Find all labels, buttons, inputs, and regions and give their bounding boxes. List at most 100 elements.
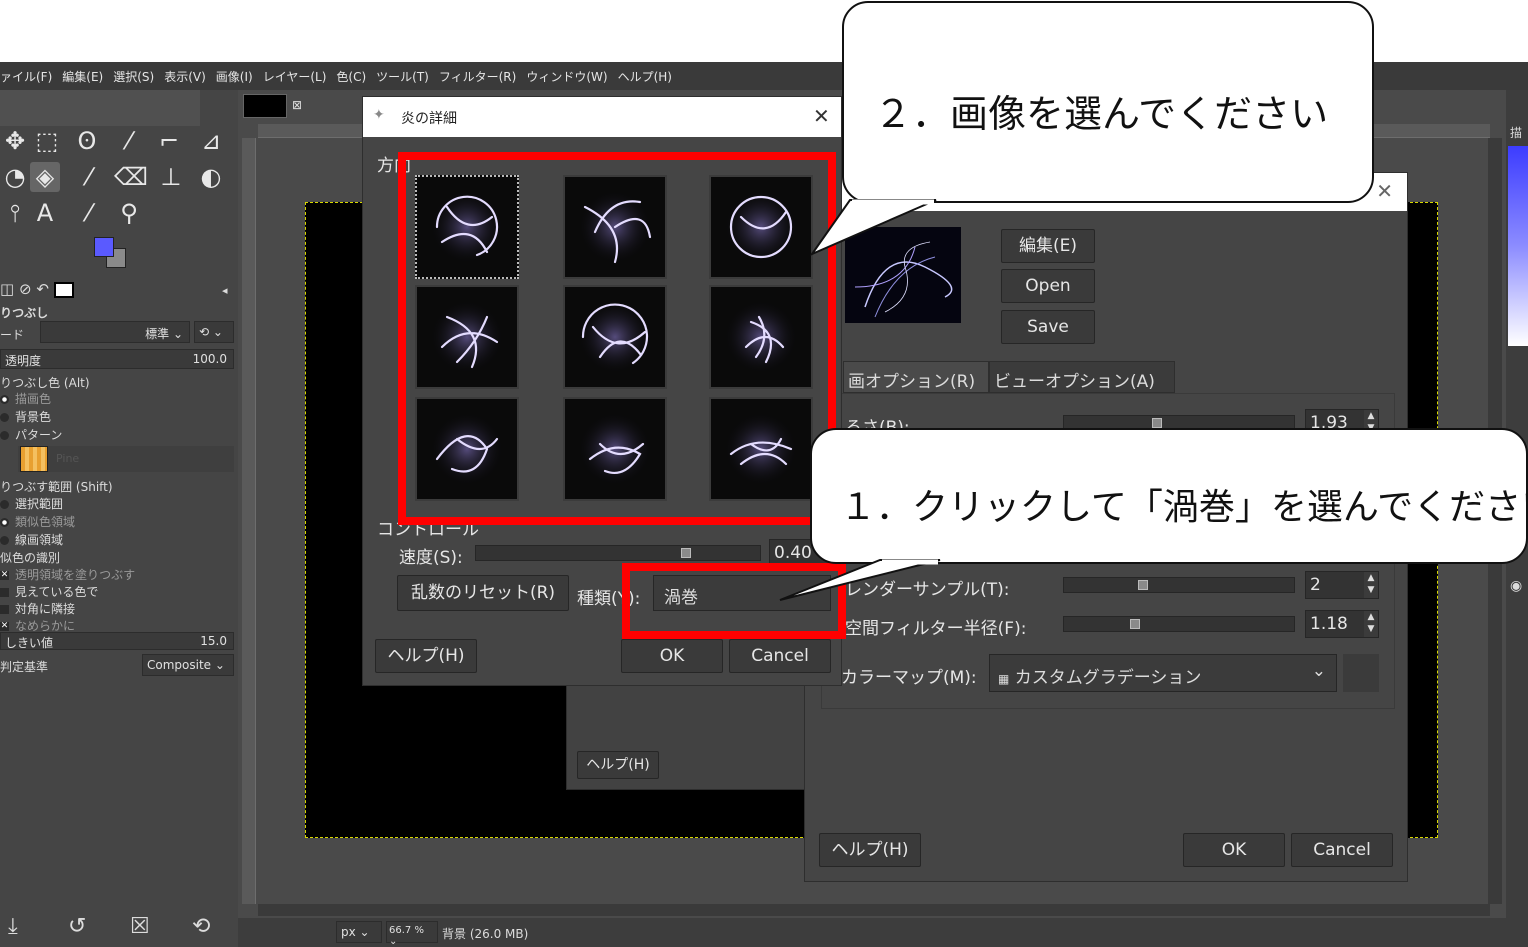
speed-slider[interactable] <box>475 545 761 561</box>
callout-step2-pointer <box>810 199 937 256</box>
text-tool-icon[interactable]: A <box>30 198 60 228</box>
main-cancel-button[interactable]: Cancel <box>1291 833 1393 867</box>
zoom-icon[interactable]: ⚲ <box>114 198 144 228</box>
dock-menu-icon[interactable]: ◂ <box>222 284 228 297</box>
sample-merged-check[interactable]: 見えている色で <box>0 583 98 600</box>
smudge-icon[interactable]: ◐ <box>196 162 226 192</box>
bucket-fill-icon[interactable]: ◈ <box>30 162 60 192</box>
mode-select[interactable]: 標準 ⌄ <box>40 321 190 343</box>
paths-icon[interactable]: ⫯ <box>0 198 30 228</box>
designer-help-button[interactable]: ヘルプ(H) <box>375 639 477 673</box>
unit-select[interactable]: px ⌄ <box>336 921 382 943</box>
fill-bg-radio[interactable]: 背景色 <box>0 408 51 425</box>
opacity-spin[interactable]: 透明度 100.0 <box>0 349 234 369</box>
filter-radius-slider[interactable] <box>1063 616 1295 632</box>
supersample-spin[interactable]: 2 ▲ ▼ <box>1305 571 1379 599</box>
vertical-ruler <box>242 138 256 904</box>
callout-step2-text: ２．画像を選んでください <box>874 92 1329 136</box>
paintbrush-icon[interactable]: ⁄ <box>74 162 104 192</box>
menu-layer[interactable]: レイヤー(L) <box>263 68 327 85</box>
lasso-icon[interactable]: ʘ <box>72 126 102 156</box>
rect-select-icon[interactable]: ⬚ <box>32 126 62 156</box>
zoom-select[interactable]: 66.7 % ⌄ <box>386 921 438 947</box>
menu-file[interactable]: ァイル(F) <box>0 68 52 85</box>
tool-options-tab-icon[interactable]: ◫ <box>0 280 14 298</box>
threshold-spin[interactable]: しきい値 15.0 <box>0 632 234 650</box>
menu-select[interactable]: 選択(S) <box>113 68 154 85</box>
fill-transparent-check[interactable]: ✕ 透明領域を塗りつぶす <box>0 566 135 583</box>
main-help-button[interactable]: ヘルプ(H) <box>819 833 921 867</box>
chevron-down-icon: ⌄ <box>214 658 225 672</box>
designer-ok-button[interactable]: OK <box>621 639 723 673</box>
main-ok-button[interactable]: OK <box>1183 833 1285 867</box>
close-icon[interactable]: ✕ <box>1376 179 1393 203</box>
area-line-radio[interactable]: 線画領域 <box>0 531 63 548</box>
menu-tools[interactable]: ツール(T) <box>376 68 429 85</box>
supersample-slider[interactable] <box>1063 577 1295 593</box>
image-tab-thumbnail[interactable] <box>243 94 287 118</box>
wilber-banner <box>0 90 200 126</box>
callout-step1-pointer <box>779 559 941 601</box>
callout-step1: １．クリックして「渦巻」を選んでください <box>810 428 1528 564</box>
dock-bottom-buttons: ⤓ ↺ ☒ ⟲ <box>0 914 238 947</box>
reset-options-icon[interactable]: ⟲ <box>192 914 210 939</box>
mode-reset-select[interactable]: ⟲ ⌄ <box>194 321 234 343</box>
diagonal-check[interactable]: 対角に隣接 <box>0 600 75 617</box>
clone-icon[interactable]: ⊥ <box>156 162 186 192</box>
area-similar-radio[interactable]: 類似色領域 <box>0 513 75 530</box>
fg-color-swatch[interactable] <box>94 237 114 257</box>
image-tab-close-icon[interactable]: ⊠ <box>292 98 302 112</box>
menu-help[interactable]: ヘルプ(H) <box>618 68 672 85</box>
fill-area-header: りつぶす範囲 (Shift) <box>0 480 113 494</box>
device-status-tab-icon[interactable]: ⊘ <box>19 280 32 298</box>
menu-image[interactable]: 画像(I) <box>216 68 253 85</box>
horizontal-scrollbar[interactable] <box>258 904 1490 916</box>
menu-edit[interactable]: 編集(E) <box>62 68 103 85</box>
edit-button[interactable]: 編集(E) <box>1001 229 1095 263</box>
brush-preview[interactable] <box>1508 146 1528 346</box>
fuzzy-select-icon[interactable]: ⁄ <box>114 126 144 156</box>
colormap-label: カラーマップ(M): <box>841 668 977 688</box>
chevron-down-icon: ⌄ <box>172 327 183 341</box>
eraser-icon[interactable]: ⌫ <box>114 162 148 192</box>
filter-radius-spin[interactable]: 1.18 ▲ ▼ <box>1305 610 1379 638</box>
tool-options-title: りつぶし <box>0 306 49 320</box>
tab-view-options[interactable]: ビューオプション(A) <box>989 361 1175 393</box>
menu-filters[interactable]: フィルター(R) <box>439 68 516 85</box>
fill-fg-radio[interactable]: 描画色 <box>0 390 51 407</box>
save-options-icon[interactable]: ⤓ <box>8 914 18 939</box>
transform-icon[interactable]: ⊿ <box>196 126 226 156</box>
callout-step1-text: １．クリックして「渦巻」を選んでください <box>840 487 1528 528</box>
reset-random-button[interactable]: 乱数のリセット(R) <box>397 575 569 611</box>
crop-icon[interactable]: ⌐ <box>154 126 184 156</box>
menu-view[interactable]: 表示(V) <box>164 68 206 85</box>
statusbar: px ⌄ 66.7 % ⌄ 背景 (26.0 MB) <box>238 918 1528 947</box>
pattern-swatch <box>20 446 48 472</box>
restore-options-icon[interactable]: ↺ <box>68 914 86 939</box>
menu-color[interactable]: 色(C) <box>336 68 366 85</box>
criterion-select[interactable]: Composite ⌄ <box>142 654 234 676</box>
gradient-icon: ▦ <box>998 672 1010 686</box>
area-selection-radio[interactable]: 選択範囲 <box>0 495 63 512</box>
open-button[interactable]: Open <box>1001 269 1095 303</box>
color-picker-icon[interactable]: ⁄ <box>74 198 104 228</box>
visibility-eye-icon[interactable]: ◉ <box>1510 578 1522 594</box>
save-button[interactable]: Save <box>1001 310 1095 344</box>
middle-dialog: ヘルプ(H) <box>566 680 812 790</box>
warp-icon[interactable]: ◔ <box>0 162 30 192</box>
fill-pattern-radio[interactable]: パターン <box>0 426 62 443</box>
pattern-selector[interactable]: Pine <box>18 446 234 472</box>
delete-options-icon[interactable]: ☒ <box>130 914 150 939</box>
close-icon[interactable]: ✕ <box>813 104 830 128</box>
designer-cancel-button[interactable]: Cancel <box>729 639 831 673</box>
colormap-select[interactable]: ▦ カスタムグラデーション ⌄ <box>989 654 1337 692</box>
undo-history-tab-icon[interactable]: ↶ <box>36 280 49 298</box>
middle-help-button[interactable]: ヘルプ(H) <box>577 751 659 779</box>
dock-tabs: ◫ ⊘ ↶ <box>0 280 96 300</box>
tab-render-options[interactable]: 画オプション(R) <box>843 361 989 393</box>
colormap-preview <box>1343 654 1379 692</box>
menu-window[interactable]: ウィンドウ(W) <box>526 68 607 85</box>
wilber-icon: ✦ <box>373 107 385 123</box>
move-tool-icon[interactable]: ✥ <box>0 126 30 156</box>
images-tab-icon[interactable] <box>53 281 74 298</box>
